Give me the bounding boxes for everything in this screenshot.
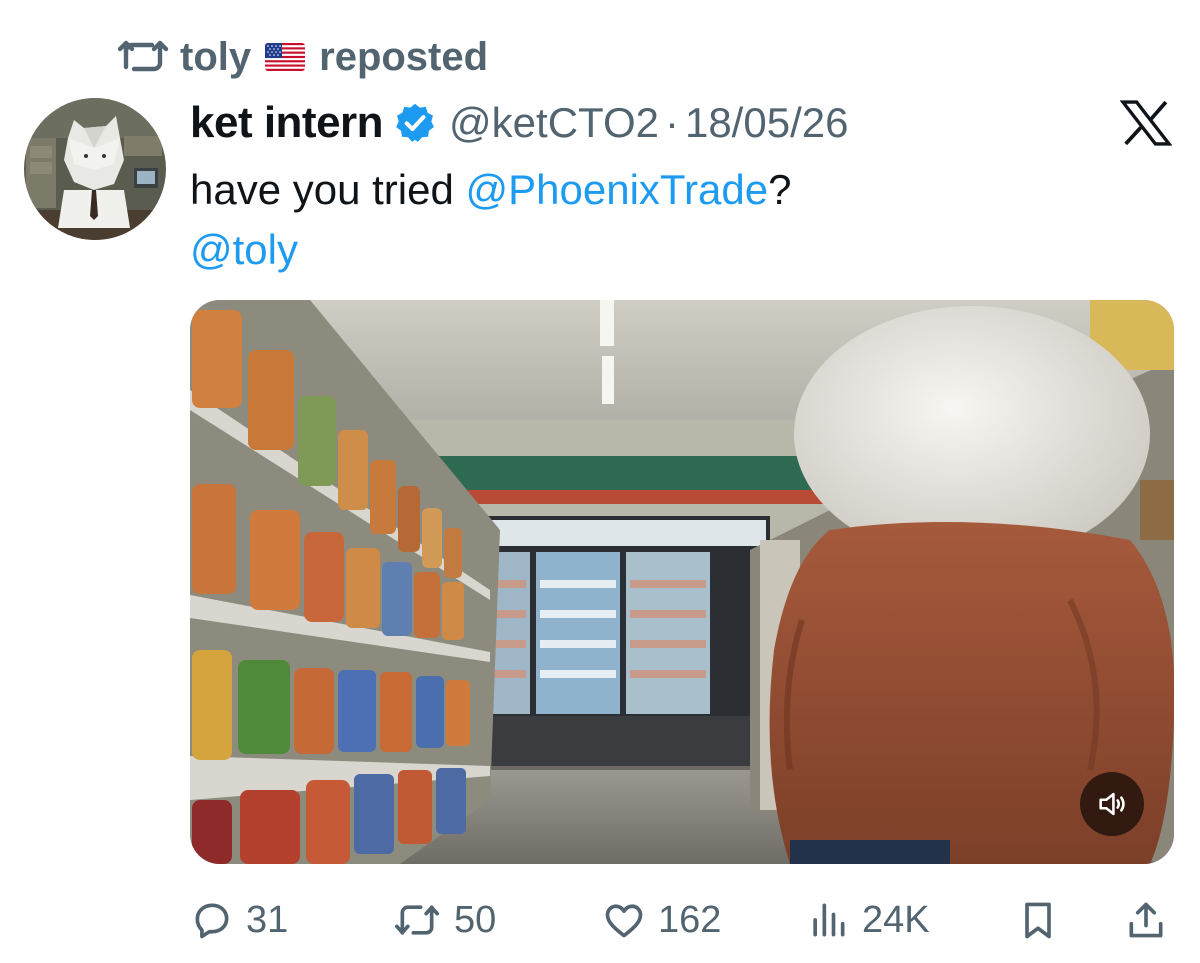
speaker-icon <box>1099 792 1125 816</box>
reposter-name[interactable]: toly <box>180 35 251 80</box>
share-icon <box>1129 902 1163 938</box>
tweet-text-suffix: ? <box>768 166 792 213</box>
avatar[interactable] <box>24 98 166 240</box>
views-button[interactable]: 24K <box>806 892 930 948</box>
like-count: 162 <box>658 898 722 941</box>
tweet-text-prefix: have you tried <box>190 166 466 213</box>
separator-dot: · <box>664 99 679 146</box>
repost-count: 50 <box>454 898 497 941</box>
x-logo-icon <box>1120 100 1172 146</box>
view-count: 24K <box>862 898 930 941</box>
tweet-date[interactable]: 18/05/26 <box>685 99 849 147</box>
analytics-icon <box>813 903 845 937</box>
mute-toggle-button[interactable] <box>1080 772 1144 836</box>
bookmark-button[interactable] <box>1016 892 1060 948</box>
reply-icon <box>195 903 229 939</box>
mention-phoenixtrade[interactable]: @PhoenixTrade <box>466 166 769 213</box>
repost-icon <box>395 905 439 935</box>
bookmark-icon <box>1025 902 1051 939</box>
share-button[interactable] <box>1124 892 1168 948</box>
video-player[interactable] <box>190 300 1174 864</box>
user-handle[interactable]: @ketCTO2 <box>449 99 659 147</box>
reply-button[interactable]: 31 <box>190 892 288 948</box>
verified-badge-icon[interactable] <box>393 101 437 145</box>
mention-toly[interactable]: @toly <box>190 226 298 273</box>
tweet-text-line-2: @toly <box>190 220 1150 280</box>
repost-context[interactable]: toly reposted <box>118 34 488 80</box>
tweet-text: have you tried @PhoenixTrade? @toly <box>190 160 1150 280</box>
like-button[interactable]: 162 <box>602 892 721 948</box>
action-bar: 31 50 162 24K <box>190 892 1174 948</box>
tweet-header: ket intern @ketCTO2 · 18/05/26 <box>190 96 848 150</box>
display-name[interactable]: ket intern <box>190 98 384 148</box>
us-flag-icon <box>265 43 306 71</box>
repost-icon <box>118 40 169 72</box>
repost-label: reposted <box>319 34 489 79</box>
video-frame <box>190 300 1174 864</box>
repost-button[interactable]: 50 <box>392 892 496 948</box>
reply-count: 31 <box>246 898 289 941</box>
heart-icon <box>605 904 643 938</box>
tweet-text-line-1: have you tried @PhoenixTrade? <box>190 160 1150 220</box>
